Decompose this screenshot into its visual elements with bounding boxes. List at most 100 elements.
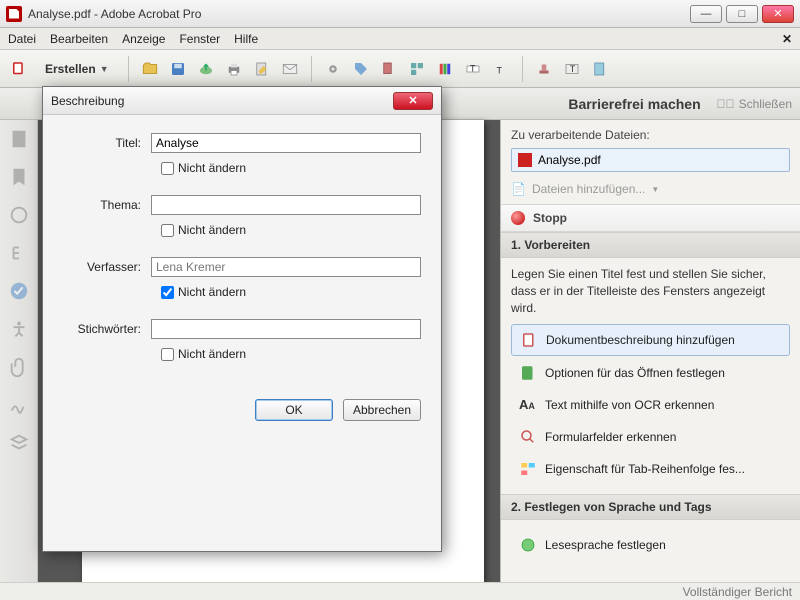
task-label: Dokumentbeschreibung hinzufügen: [546, 332, 735, 349]
main-toolbar: Erstellen ▼ T T T: [0, 50, 800, 88]
task-label: Eigenschaft für Tab-Reihenfolge fes...: [545, 461, 745, 478]
ocr-icon: AA: [519, 396, 537, 414]
stamp-icon[interactable]: [533, 58, 555, 80]
task-tab-order[interactable]: Eigenschaft für Tab-Reihenfolge fes...: [511, 454, 790, 484]
stichwoerter-label: Stichwörter:: [63, 322, 151, 336]
verfasser-lock-checkbox[interactable]: [161, 286, 174, 299]
gear-icon[interactable]: [322, 58, 344, 80]
verfasser-input[interactable]: [151, 257, 421, 277]
svg-text:T: T: [496, 65, 502, 75]
left-nav-rail: [0, 120, 38, 582]
pdf-icon: [518, 153, 532, 167]
check-icon[interactable]: [8, 280, 30, 302]
structure-icon[interactable]: [8, 242, 30, 264]
touchup-icon[interactable]: [378, 58, 400, 80]
menu-fenster[interactable]: Fenster: [179, 32, 220, 46]
stop-button[interactable]: Stopp: [501, 204, 800, 232]
stop-icon: [511, 211, 525, 225]
text-icon[interactable]: T: [490, 58, 512, 80]
create-pdf-icon[interactable]: [8, 58, 30, 80]
textbox-icon[interactable]: T: [561, 58, 583, 80]
attach-tool-icon[interactable]: [589, 58, 611, 80]
form-fields-icon: [519, 428, 537, 446]
erstellen-dropdown[interactable]: Erstellen ▼: [36, 59, 118, 79]
description-dialog: Beschreibung ✕ Titel: Nicht ändern Thema…: [42, 86, 442, 552]
cloud-icon[interactable]: [195, 58, 217, 80]
add-files-label: Dateien hinzufügen...: [532, 182, 645, 196]
accessibility-icon[interactable]: [8, 318, 30, 340]
erstellen-label: Erstellen: [45, 62, 96, 76]
save-icon[interactable]: [167, 58, 189, 80]
mail-icon[interactable]: [279, 58, 301, 80]
thema-label: Thema:: [63, 198, 151, 212]
globe-icon[interactable]: [8, 204, 30, 226]
stichwoerter-input[interactable]: [151, 319, 421, 339]
stichwoerter-lock-checkbox[interactable]: [161, 348, 174, 361]
ok-button[interactable]: OK: [255, 399, 333, 421]
menu-datei[interactable]: Datei: [8, 32, 36, 46]
open-icon[interactable]: [139, 58, 161, 80]
file-name: Analyse.pdf: [538, 153, 601, 167]
svg-text:T: T: [569, 64, 575, 74]
task-reading-language[interactable]: Lesesprache festlegen: [511, 530, 790, 560]
step2-header: 2. Festlegen von Sprache und Tags: [501, 494, 800, 520]
add-files-icon: 📄: [511, 182, 526, 196]
titel-input[interactable]: [151, 133, 421, 153]
maximize-button[interactable]: □: [726, 5, 758, 23]
language-icon: [519, 536, 537, 554]
task-label: Optionen für das Öffnen festlegen: [545, 365, 725, 382]
open-options-icon: [519, 364, 537, 382]
tag-icon[interactable]: [350, 58, 372, 80]
minimize-button[interactable]: —: [690, 5, 722, 23]
task-label: Text mithilfe von OCR erkennen: [545, 397, 714, 414]
svg-text:T: T: [470, 63, 476, 73]
panel-close-icon: �⃞: [717, 97, 735, 111]
thema-lock-label: Nicht ändern: [178, 223, 246, 237]
window-titlebar: Analyse.pdf - Adobe Acrobat Pro — □ ✕: [0, 0, 800, 28]
panel-close-label: Schließen: [739, 97, 792, 111]
color-icon[interactable]: [434, 58, 456, 80]
titel-lock-checkbox[interactable]: [161, 162, 174, 175]
signature-icon[interactable]: [8, 394, 30, 416]
window-title: Analyse.pdf - Adobe Acrobat Pro: [28, 7, 201, 21]
chevron-down-icon: ▼: [651, 185, 659, 194]
thema-input[interactable]: [151, 195, 421, 215]
add-files-button[interactable]: 📄 Dateien hinzufügen... ▼: [511, 182, 790, 196]
menu-hilfe[interactable]: Hilfe: [234, 32, 258, 46]
dialog-title: Beschreibung: [51, 94, 124, 108]
print-icon[interactable]: [223, 58, 245, 80]
bookmark-icon[interactable]: [8, 166, 30, 188]
action-wizard-pane: Zu verarbeitende Dateien: Analyse.pdf 📄 …: [500, 120, 800, 582]
window-close-button[interactable]: ✕: [762, 5, 794, 23]
panel-close-button[interactable]: �⃞ Schließen: [717, 97, 792, 111]
status-text: Vollständiger Bericht: [683, 585, 792, 599]
task-add-description[interactable]: Dokumentbeschreibung hinzufügen: [511, 324, 790, 356]
step1-header: 1. Vorbereiten: [501, 232, 800, 258]
chevron-down-icon: ▼: [100, 64, 109, 74]
titel-label: Titel:: [63, 136, 151, 150]
text-field-icon[interactable]: T: [462, 58, 484, 80]
verfasser-label: Verfasser:: [63, 260, 151, 274]
menu-bearbeiten[interactable]: Bearbeiten: [50, 32, 108, 46]
verfasser-lock-label: Nicht ändern: [178, 285, 246, 299]
task-open-options[interactable]: Optionen für das Öffnen festlegen: [511, 358, 790, 388]
order-icon[interactable]: [406, 58, 428, 80]
document-close-icon[interactable]: ✕: [782, 32, 792, 46]
step1-instruction: Legen Sie einen Titel fest und stellen S…: [511, 266, 790, 316]
status-bar: Vollständiger Bericht: [0, 582, 800, 600]
edit-icon[interactable]: [251, 58, 273, 80]
dialog-close-button[interactable]: ✕: [393, 92, 433, 110]
menu-anzeige[interactable]: Anzeige: [122, 32, 165, 46]
stichwoerter-lock-label: Nicht ändern: [178, 347, 246, 361]
file-list-item[interactable]: Analyse.pdf: [511, 148, 790, 172]
attachment-icon[interactable]: [8, 356, 30, 378]
task-form-fields[interactable]: Formularfelder erkennen: [511, 422, 790, 452]
dialog-titlebar[interactable]: Beschreibung ✕: [43, 87, 441, 115]
cancel-button[interactable]: Abbrechen: [343, 399, 421, 421]
panel-title: Barrierefrei machen: [568, 96, 700, 112]
menu-bar: Datei Bearbeiten Anzeige Fenster Hilfe ✕: [0, 28, 800, 50]
thumbnails-icon[interactable]: [8, 128, 30, 150]
layers-icon[interactable]: [8, 432, 30, 454]
thema-lock-checkbox[interactable]: [161, 224, 174, 237]
task-ocr[interactable]: AA Text mithilfe von OCR erkennen: [511, 390, 790, 420]
